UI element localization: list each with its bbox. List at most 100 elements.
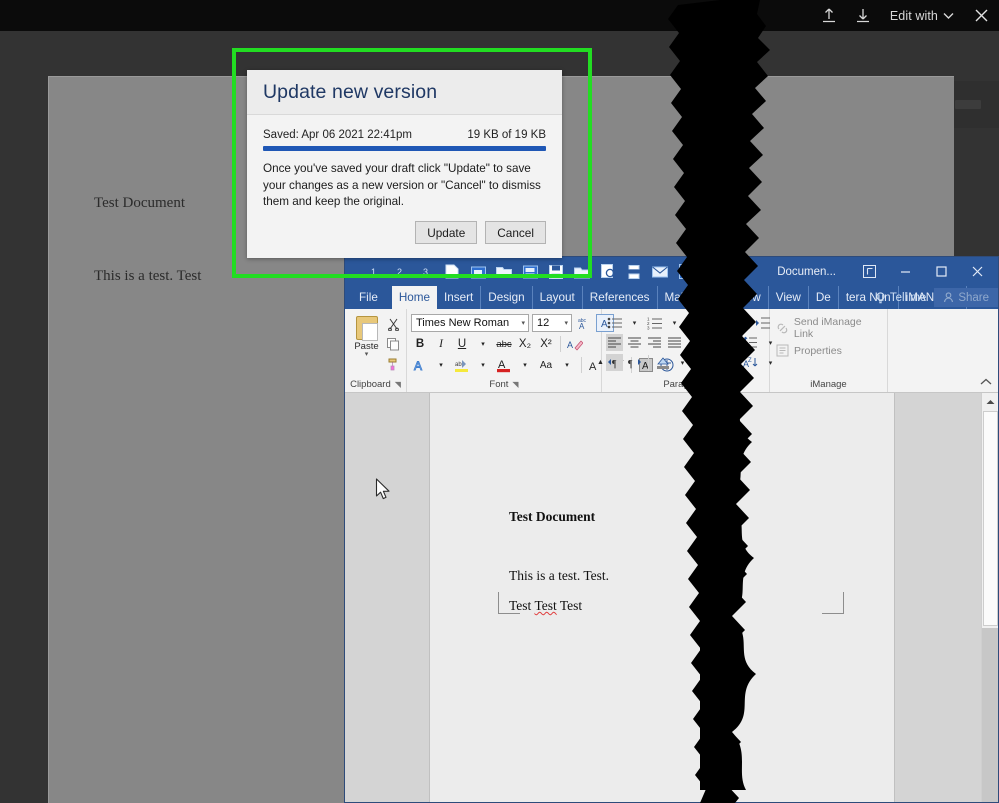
superscript-button[interactable]: X² [537,335,555,353]
rtl-text-direction-icon[interactable]: ¶ [626,354,643,371]
font-color-icon[interactable]: A [495,356,513,374]
close-window-button[interactable] [960,257,994,286]
numbering-caret-icon[interactable]: ▾ [666,314,683,331]
send-attachment-icon[interactable] [699,260,725,284]
tab-mailings[interactable]: Mailings [658,286,716,309]
tab-file[interactable]: File [345,286,392,309]
line-spacing-grid-icon[interactable] [714,334,731,351]
print-preview-icon[interactable] [595,260,621,284]
format-painter-icon[interactable] [384,356,402,373]
tab-home[interactable]: Home [392,286,437,309]
tab-design[interactable]: Design [481,286,532,309]
italic-button[interactable]: I [432,335,450,353]
bullets-caret-icon[interactable]: ▾ [626,314,643,331]
share-button[interactable]: Share [934,288,998,307]
person-icon [943,292,954,303]
word-ribbon: Paste ▾ [345,309,998,393]
cut-icon[interactable] [384,316,402,333]
ribbon-display-options-button[interactable] [852,257,886,286]
email-icon[interactable] [647,260,673,284]
sort-icon[interactable]: AZ [742,354,759,371]
chevron-down-icon[interactable]: ▾ [564,319,568,327]
align-left-icon[interactable] [606,334,623,351]
maximize-button[interactable] [924,257,958,286]
minimize-button[interactable] [888,257,922,286]
close-viewer-button[interactable] [964,0,999,31]
change-case-caret-icon[interactable]: ▾ [558,356,576,374]
tell-me-button[interactable]: Tell me [867,292,934,304]
tab-developer[interactable]: De [809,286,839,309]
align-right-icon[interactable] [646,334,663,351]
bold-button[interactable]: B [411,335,429,353]
text-effects-icon[interactable]: A [411,356,429,374]
save-icon[interactable] [543,260,569,284]
open-folder-icon[interactable] [491,260,517,284]
shading-icon[interactable] [654,354,671,371]
scrollbar-thumb[interactable] [983,411,998,626]
quick-access-redo-3[interactable]: 3 [413,260,439,284]
ribbon-group-clipboard: Paste ▾ [345,309,407,392]
underline-dropdown-caret-icon[interactable]: ▾ [474,335,492,353]
font-name-combobox[interactable]: Times New Roman ▾ [411,314,529,332]
bullets-icon[interactable] [606,314,623,331]
strikethrough-button[interactable]: abc [495,335,513,353]
paste-button[interactable]: Paste ▾ [349,314,384,358]
shading-caret-icon[interactable]: ▾ [674,354,691,371]
underline-button[interactable]: U [453,335,471,353]
highlight-caret-icon[interactable]: ▾ [474,356,492,374]
send-imanage-link-button[interactable]: Send iManage Link [774,314,883,342]
save-as-pdf-icon[interactable]: PDF [673,260,699,284]
download-button[interactable] [846,0,880,31]
ltr-text-direction-icon[interactable]: ¶ [606,354,623,371]
imanage-save-icon[interactable] [517,260,543,284]
borders-icon[interactable] [694,354,711,371]
print-icon[interactable] [621,260,647,284]
scrollbar-track-lower[interactable] [982,628,999,803]
tab-layout[interactable]: Layout [533,286,583,309]
phonetic-guide-icon[interactable]: abcA [575,314,593,332]
text-effects-caret-icon[interactable]: ▾ [432,356,450,374]
increase-indent-icon[interactable] [754,314,771,331]
clipboard-dialog-launcher-icon[interactable]: ◥ [395,380,401,389]
check-in-icon[interactable] [569,260,595,284]
highlight-color-icon[interactable]: ab [453,356,471,374]
tab-review[interactable]: Review [715,286,768,309]
multilevel-list-icon[interactable]: 1 [686,314,703,331]
properties-button[interactable]: Properties [774,342,842,359]
edit-with-button[interactable]: Edit with [880,0,964,31]
imanage-new-icon[interactable] [465,260,491,284]
align-center-icon[interactable] [626,334,643,351]
decrease-indent-icon[interactable] [734,314,751,331]
tab-references[interactable]: References [583,286,658,309]
new-document-icon[interactable] [439,260,465,284]
collapse-ribbon-icon[interactable] [980,378,992,389]
update-button[interactable]: Update [415,221,477,244]
document-page[interactable] [429,393,895,803]
clear-formatting-icon[interactable]: A [566,335,584,353]
cancel-button[interactable]: Cancel [485,221,546,244]
font-dialog-launcher-icon[interactable]: ◥ [512,380,518,389]
subscript-button[interactable]: X₂ [516,335,534,353]
font-size-combobox[interactable]: 12 ▾ [532,314,572,332]
quick-access-undo-1[interactable]: 1 [361,260,387,284]
chevron-down-icon[interactable]: ▾ [521,319,525,327]
borders-caret-icon[interactable]: ▾ [714,354,731,371]
change-case-button[interactable]: Aa [537,356,555,374]
quick-access-redo-2[interactable]: 2 [387,260,413,284]
upload-progress-bar [263,146,546,151]
tab-view[interactable]: View [769,286,809,309]
copy-icon[interactable] [384,336,402,353]
scroll-up-icon[interactable] [982,393,998,410]
line-and-paragraph-spacing-icon[interactable] [742,334,759,351]
upload-button[interactable] [812,0,846,31]
justify-icon[interactable] [666,334,683,351]
paste-dropdown-caret-icon[interactable]: ▾ [365,352,369,358]
font-color-caret-icon[interactable]: ▾ [516,356,534,374]
tab-insert[interactable]: Insert [437,286,481,309]
justify-caret-icon[interactable]: ▾ [686,334,703,351]
multilevel-caret-icon[interactable]: ▾ [706,314,723,331]
vertical-scrollbar[interactable] [981,393,998,803]
word-document-canvas[interactable]: Test Document This is a test. Test. Test… [345,393,999,803]
numbering-icon[interactable]: 123 [646,314,663,331]
svg-text:A: A [414,359,422,372]
